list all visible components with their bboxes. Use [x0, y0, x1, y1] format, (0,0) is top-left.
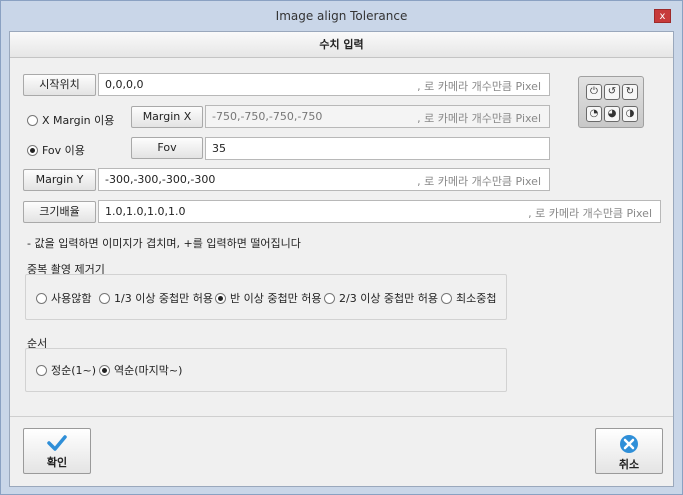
order-option-forward[interactable]: 정순(1~) — [36, 362, 96, 378]
fov-radio-label: Fov 이용 — [42, 144, 85, 157]
margin-y-input[interactable]: -300,-300,-300,-300 , 로 카메라 개수만큼 Pixel — [98, 168, 550, 191]
rotate-right-icon[interactable]: ↻ — [622, 84, 638, 100]
margin-y-hint: , 로 카메라 개수만큼 Pixel — [417, 175, 541, 188]
close-button[interactable]: x — [654, 9, 671, 23]
start-position-button[interactable]: 시작위치 — [23, 74, 96, 96]
fov-input[interactable]: 35 — [205, 137, 550, 160]
dup-option-third[interactable]: 1/3 이상 중첩만 허용 — [99, 290, 213, 306]
ok-button[interactable]: 확인 — [23, 428, 91, 474]
x-margin-radio-label: X Margin 이용 — [42, 114, 115, 127]
dup-option-two-thirds[interactable]: 2/3 이상 중첩만 허용 — [324, 290, 438, 306]
start-position-hint: , 로 카메라 개수만큼 Pixel — [417, 80, 541, 93]
dup-option-none[interactable]: 사용않함 — [36, 290, 91, 306]
dialog-window: Image align Tolerance x 수치 입력 시작위치 0,0,0… — [0, 0, 683, 495]
cancel-x-icon — [620, 435, 638, 453]
footer-bar: 확인 취소 — [10, 416, 673, 486]
start-position-input[interactable]: 0,0,0,0 , 로 카메라 개수만큼 Pixel — [98, 73, 550, 96]
margin-y-button[interactable]: Margin Y — [23, 169, 96, 191]
zoom-in-icon[interactable]: ◕ — [604, 106, 620, 122]
rotate-left-icon[interactable]: ↺ — [604, 84, 620, 100]
margin-x-value: -750,-750,-750,-750 — [212, 110, 323, 123]
fov-button[interactable]: Fov — [131, 137, 203, 159]
dup-option-minimum[interactable]: 최소중첩 — [441, 290, 496, 306]
section-header: 수치 입력 — [10, 32, 673, 58]
checkmark-icon — [47, 435, 67, 451]
dup-option-two-thirds-circle — [324, 292, 335, 304]
scale-hint: , 로 카메라 개수만큼 Pixel — [528, 207, 652, 220]
cancel-button[interactable]: 취소 — [595, 428, 663, 474]
icon-panel: ⏻ ↺ ↻ ◔ ◕ ◑ — [578, 76, 644, 128]
zoom-icon[interactable]: ◔ — [586, 106, 602, 122]
order-option-reverse[interactable]: 역순(마지막~) — [99, 362, 182, 378]
order-option-reverse-circle — [99, 364, 110, 376]
x-margin-radio-circle — [27, 114, 38, 126]
cancel-button-label: 취소 — [618, 458, 640, 471]
help-note: - 값을 입력하면 이미지가 겹치며, +를 입력하면 떨어집니다 — [27, 237, 301, 250]
order-option-forward-circle — [36, 364, 47, 376]
fov-radio[interactable]: Fov 이용 — [27, 142, 85, 158]
margin-x-hint: , 로 카메라 개수만큼 Pixel — [417, 112, 541, 125]
dup-option-minimum-circle — [441, 292, 452, 304]
dup-option-minimum-label: 최소중첩 — [456, 292, 497, 305]
x-margin-radio[interactable]: X Margin 이용 — [27, 112, 114, 128]
dup-group: 사용않함 1/3 이상 중첩만 허용 반 이상 중첩만 허용 2/3 이상 중첩… — [25, 274, 507, 320]
window-title: Image align Tolerance — [275, 9, 408, 23]
dup-option-half-label: 반 이상 중첩만 허용 — [230, 292, 322, 305]
margin-x-button[interactable]: Margin X — [131, 106, 203, 128]
order-group: 정순(1~) 역순(마지막~) — [25, 348, 507, 392]
ok-button-label: 확인 — [46, 456, 68, 469]
fov-radio-circle — [27, 144, 38, 156]
rotate-icon[interactable]: ⏻ — [586, 84, 602, 100]
dup-option-half-circle — [215, 292, 226, 304]
dup-option-half[interactable]: 반 이상 중첩만 허용 — [215, 290, 321, 306]
dup-option-third-circle — [99, 292, 110, 304]
scale-value: 1.0,1.0,1.0,1.0 — [105, 205, 186, 218]
dup-option-none-circle — [36, 292, 47, 304]
title-bar[interactable]: Image align Tolerance x — [1, 1, 682, 31]
dup-option-two-thirds-label: 2/3 이상 중첩만 허용 — [339, 292, 439, 305]
order-option-reverse-label: 역순(마지막~) — [114, 364, 183, 377]
order-option-forward-label: 정순(1~) — [51, 364, 97, 377]
zoom-reset-icon[interactable]: ◑ — [622, 106, 638, 122]
scale-input[interactable]: 1.0,1.0,1.0,1.0 , 로 카메라 개수만큼 Pixel — [98, 200, 661, 223]
dialog-client: 수치 입력 시작위치 0,0,0,0 , 로 카메라 개수만큼 Pixel ⏻ … — [9, 31, 674, 487]
scale-button[interactable]: 크기배율 — [23, 201, 96, 223]
margin-x-input[interactable]: -750,-750,-750,-750 , 로 카메라 개수만큼 Pixel — [205, 105, 550, 128]
dup-option-none-label: 사용않함 — [51, 292, 92, 305]
dup-option-third-label: 1/3 이상 중첩만 허용 — [114, 292, 214, 305]
margin-y-value: -300,-300,-300,-300 — [105, 173, 216, 186]
start-position-value: 0,0,0,0 — [105, 78, 144, 91]
fov-value: 35 — [212, 142, 226, 155]
